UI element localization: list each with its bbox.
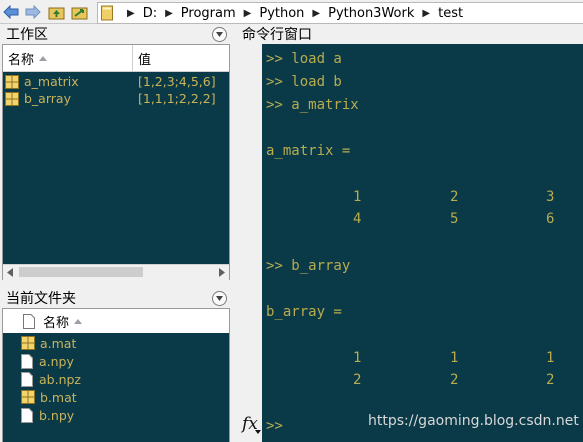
command-line: >> load b [266,74,342,90]
sort-ascending-icon [39,55,48,61]
variable-value: [1,2,3;4,5,6] [138,74,216,89]
workspace-column-headers: 名称 值 [3,45,229,72]
chevron-down-icon [216,295,223,301]
file-row[interactable]: b.npy [21,406,74,424]
scrollbar-thumb[interactable] [19,267,143,277]
file-row[interactable]: b.mat [21,388,77,406]
matrix-cell: 1 [353,350,362,366]
mat-file-icon [21,390,35,404]
matrix-cell: 2 [450,372,459,388]
path-segment-python[interactable]: Python [259,6,304,21]
matrix-cell: 2 [353,372,362,388]
matrix-variable-icon [5,91,19,106]
back-arrow-icon[interactable] [2,3,20,21]
workspace-menu-button[interactable] [212,26,227,42]
path-separator: ▶ [165,7,173,19]
command-window-title: 命令行窗口 [242,27,312,43]
output-variable-name: a_matrix = [266,143,351,159]
address-bar[interactable]: ▶ D: ▶ Program ▶ Python ▶ Python3Work ▶ … [97,2,583,24]
output-variable-name: b_array = [266,304,342,320]
file-name: a.npy [39,353,74,369]
current-folder-header: 当前文件夹 [0,288,232,308]
workspace-title: 工作区 [6,27,48,43]
file-column-icon [23,313,35,329]
browse-folder-icon[interactable] [70,3,88,21]
path-segment-drive[interactable]: D: [143,6,157,21]
workspace-horizontal-scrollbar[interactable] [3,264,229,280]
folder-icon [101,5,113,21]
path-separator: ▶ [312,7,321,19]
forward-arrow-icon[interactable] [24,3,42,21]
scroll-right-icon [219,268,225,277]
current-folder-panel: 名称 a.mat a.npy ab.npz b.mat b.npy [2,308,230,442]
variable-name: b_array [24,91,71,106]
command-line: >> load a [266,51,342,67]
current-folder-menu-button[interactable] [212,290,227,306]
command-window-gutter [236,44,262,442]
column-header-name-label: 名称 [8,52,35,68]
column-header-name-label: 名称 [43,315,70,331]
path-separator: ▶ [127,7,135,19]
variable-value: [1,1,1;2,2,2] [138,91,216,106]
sort-ascending-icon [74,318,83,324]
command-prompt[interactable]: >> [266,418,283,434]
command-window-header: 命令行窗口 [236,24,583,44]
matrix-cell: 1 [546,350,555,366]
command-line: >> a_matrix [266,97,359,113]
matrix-cell: 4 [353,211,362,227]
matrix-cell: 1 [353,189,362,205]
column-header-value-label: 值 [138,52,152,68]
matrix-cell: 5 [450,211,459,227]
file-name: b.mat [40,389,77,405]
file-row[interactable]: ab.npz [21,370,81,388]
file-icon [21,371,33,387]
scroll-left-icon [7,268,13,277]
path-segment-test[interactable]: test [438,6,463,21]
up-folder-icon[interactable] [47,3,65,21]
path-separator: ▶ [243,7,252,19]
matrix-cell: 2 [450,189,459,205]
matrix-cell: 1 [450,350,459,366]
command-line: >> b_array [266,258,351,274]
column-header-value[interactable]: 值 [133,45,229,71]
toolbar: ▶ D: ▶ Program ▶ Python ▶ Python3Work ▶ … [0,0,583,24]
workspace-panel: 名称 值 a_matrix [1,2,3;4,5,6] b_array [1,1… [2,44,230,280]
file-name: a.mat [40,335,77,351]
matrix-cell: 3 [546,189,555,205]
variable-name: a_matrix [24,74,79,89]
chevron-down-icon [216,31,223,37]
command-window[interactable]: >> load a >> load b >> a_matrix a_matrix… [262,44,583,442]
current-folder-column-header[interactable]: 名称 [3,309,229,333]
workspace-variable-row[interactable]: b_array [1,1,1;2,2,2] [3,90,229,107]
file-name: b.npy [39,407,75,423]
mat-file-icon [21,336,35,350]
current-folder-title: 当前文件夹 [6,291,76,307]
matrix-variable-icon [5,74,19,89]
path-separator: ▶ [422,7,431,19]
matrix-cell: 6 [546,211,555,227]
chevron-down-icon [255,430,261,434]
workspace-header: 工作区 [0,24,232,44]
file-row[interactable]: a.mat [21,334,76,352]
file-icon [21,353,33,369]
workspace-variable-row[interactable]: a_matrix [1,2,3;4,5,6] [3,73,229,90]
matrix-cell: 2 [546,372,555,388]
column-header-name[interactable]: 名称 [3,45,133,71]
watermark: https://gaoming.blog.csdn.net [368,413,579,429]
path-segment-python3work[interactable]: Python3Work [328,6,414,21]
file-row[interactable]: a.npy [21,352,74,370]
path-segment-program[interactable]: Program [181,6,236,21]
file-name: ab.npz [39,371,81,387]
file-icon [21,407,33,423]
